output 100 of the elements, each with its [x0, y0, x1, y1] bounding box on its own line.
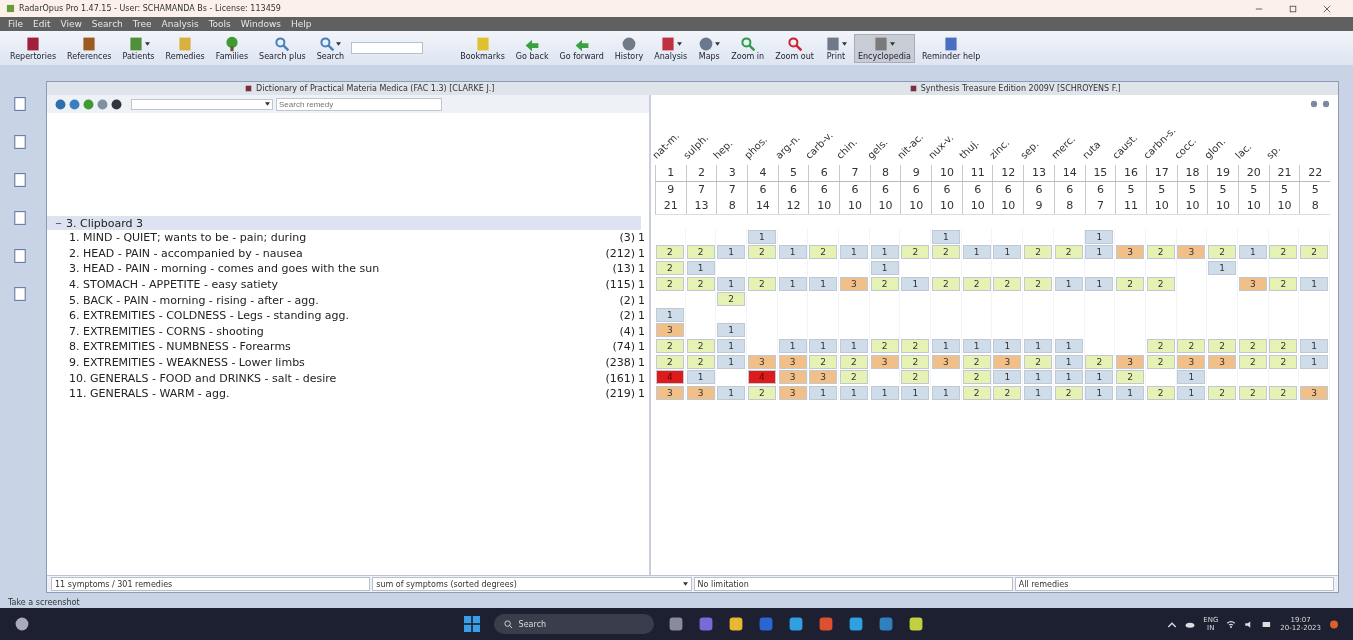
toolbar-button[interactable]: Analysis — [650, 33, 692, 63]
grade-cell[interactable]: 1 — [1208, 261, 1237, 275]
sidebar-button[interactable] — [12, 209, 28, 227]
grade-cell[interactable]: 3 — [870, 354, 899, 369]
grade-cell[interactable]: 2 — [747, 245, 776, 260]
rubric-text[interactable]: 3. HEAD - PAIN - morning - comes and goes with the sun — [69, 262, 380, 276]
remedy-name[interactable]: zinc. — [987, 136, 1012, 161]
grade-cell[interactable]: 2 — [962, 276, 991, 291]
grade-cell[interactable]: 2 — [901, 354, 930, 369]
grade-cell[interactable]: 2 — [1116, 276, 1145, 291]
rubric-text[interactable]: 4. STOMACH - APPETITE - easy satiety — [69, 278, 279, 292]
grade-cell[interactable]: 1 — [993, 245, 1022, 260]
grade-cell[interactable]: 2 — [1269, 385, 1298, 400]
sidebar-button[interactable] — [12, 133, 28, 151]
status-field[interactable]: No limitation — [693, 577, 1013, 591]
toolbar-button[interactable]: Zoom in — [727, 33, 769, 63]
grade-cell[interactable]: 2 — [901, 245, 930, 260]
toolbar-button[interactable]: Encyclopedia — [853, 33, 915, 63]
grade-cell[interactable]: 2 — [1116, 370, 1145, 385]
grade-cell[interactable]: 3 — [1177, 354, 1206, 369]
grade-cell[interactable]: 1 — [1054, 370, 1083, 385]
rubric-text[interactable]: 10. GENERALS - FOOD and DRINKS - salt - desire — [69, 371, 337, 385]
grade-cell[interactable]: 1 — [1177, 370, 1206, 385]
grade-cell[interactable]: 2 — [717, 292, 746, 307]
grade-cell[interactable]: 3 — [1208, 354, 1237, 369]
grade-cell[interactable]: 1 — [962, 245, 991, 260]
grade-cell[interactable]: 1 — [1085, 276, 1114, 291]
remedy-name[interactable]: lac. — [1233, 140, 1254, 161]
grade-cell[interactable]: 2 — [1146, 338, 1175, 353]
toolbar-button[interactable]: Bookmarks — [456, 33, 509, 63]
taskbar-app-icon[interactable] — [847, 616, 864, 632]
toolbar-button[interactable]: Repertories — [6, 33, 61, 63]
close-icon[interactable] — [1323, 4, 1331, 13]
grade-cell[interactable]: 1 — [655, 307, 684, 322]
grade-cell[interactable]: 3 — [655, 323, 684, 338]
grade-cell[interactable]: 3 — [839, 276, 868, 291]
grade-cell[interactable]: 1 — [1116, 385, 1145, 400]
grade-cell[interactable]: 1 — [809, 276, 838, 291]
grade-cell[interactable]: 1 — [809, 385, 838, 400]
grade-cell[interactable]: 2 — [1269, 354, 1298, 369]
windows-start-icon[interactable] — [463, 616, 480, 632]
grade-cell[interactable]: 1 — [1085, 229, 1114, 244]
grade-cell[interactable]: 1 — [1085, 385, 1114, 400]
grade-cell[interactable]: 1 — [1177, 385, 1206, 400]
grade-cell[interactable]: 2 — [809, 245, 838, 260]
grade-cell[interactable]: 1 — [778, 245, 807, 260]
grade-cell[interactable]: 2 — [686, 245, 715, 260]
grade-cell[interactable]: 1 — [717, 245, 746, 260]
rubric-text[interactable]: 6. EXTREMITIES - COLDNESS - Legs - standing agg. — [69, 309, 350, 323]
toolbar-button[interactable]: Go forward — [555, 33, 608, 63]
grade-cell[interactable]: 2 — [962, 370, 991, 385]
grade-cell[interactable]: 2 — [1269, 276, 1298, 291]
grade-cell[interactable]: 2 — [747, 276, 776, 291]
remedy-name[interactable]: hep. — [711, 137, 735, 161]
grade-cell[interactable]: 2 — [931, 276, 960, 291]
grade-cell[interactable]: 1 — [1085, 245, 1114, 260]
grade-cell[interactable]: 2 — [1208, 245, 1237, 260]
remedy-name[interactable]: sep. — [1018, 138, 1041, 161]
search-field[interactable]: Search remedy — [276, 97, 442, 111]
grade-cell[interactable]: 3 — [931, 354, 960, 369]
grade-cell[interactable]: 3 — [1300, 385, 1329, 400]
grade-cell[interactable]: 1 — [1054, 338, 1083, 353]
grade-cell[interactable]: 2 — [839, 354, 868, 369]
grade-cell[interactable]: 2 — [1054, 245, 1083, 260]
toolbar-button[interactable]: Zoom out — [771, 33, 818, 63]
remedy-name[interactable]: thuj. — [957, 137, 981, 161]
grade-cell[interactable]: 1 — [870, 385, 899, 400]
grade-cell[interactable]: 1 — [1054, 276, 1083, 291]
grade-cell[interactable]: 2 — [1085, 354, 1114, 369]
grade-cell[interactable]: 1 — [778, 338, 807, 353]
grade-cell[interactable]: 3 — [809, 370, 838, 385]
grade-cell[interactable]: 2 — [1146, 245, 1175, 260]
grade-cell[interactable]: 3 — [993, 354, 1022, 369]
taskbar-app-icon[interactable] — [667, 616, 684, 632]
grade-cell[interactable]: 1 — [931, 229, 960, 244]
grade-cell[interactable]: 2 — [1208, 338, 1237, 353]
grade-cell[interactable]: 2 — [993, 276, 1022, 291]
grade-cell[interactable]: 2 — [931, 245, 960, 260]
grade-cell[interactable]: 3 — [1116, 245, 1145, 260]
toolbar-button[interactable]: Print — [820, 33, 851, 63]
grade-cell[interactable]: 3 — [747, 354, 776, 369]
remedy-name[interactable]: chin. — [834, 136, 860, 161]
grade-cell[interactable]: 3 — [686, 385, 715, 400]
grade-cell[interactable]: 2 — [1300, 245, 1329, 260]
status-field[interactable]: All remedies — [1014, 577, 1334, 591]
grade-cell[interactable]: 2 — [1269, 245, 1298, 260]
grade-cell[interactable]: 2 — [901, 370, 930, 385]
sidebar-button[interactable] — [12, 247, 28, 265]
grade-cell[interactable]: 2 — [686, 276, 715, 291]
grade-cell[interactable]: 2 — [655, 261, 684, 275]
toolbar-button[interactable]: Go back — [511, 33, 553, 63]
grade-cell[interactable]: 1 — [839, 338, 868, 353]
grade-cell[interactable]: 2 — [655, 354, 684, 369]
menu-item[interactable]: Search — [91, 19, 123, 29]
status-field[interactable]: 11 symptoms / 301 remedies — [51, 577, 371, 591]
grade-cell[interactable]: 2 — [1238, 385, 1267, 400]
grade-cell[interactable]: 2 — [1024, 354, 1052, 369]
grade-cell[interactable]: 2 — [870, 338, 899, 353]
grade-cell[interactable]: 2 — [1269, 338, 1298, 353]
toolbar-button[interactable]: Search plus — [255, 33, 310, 63]
